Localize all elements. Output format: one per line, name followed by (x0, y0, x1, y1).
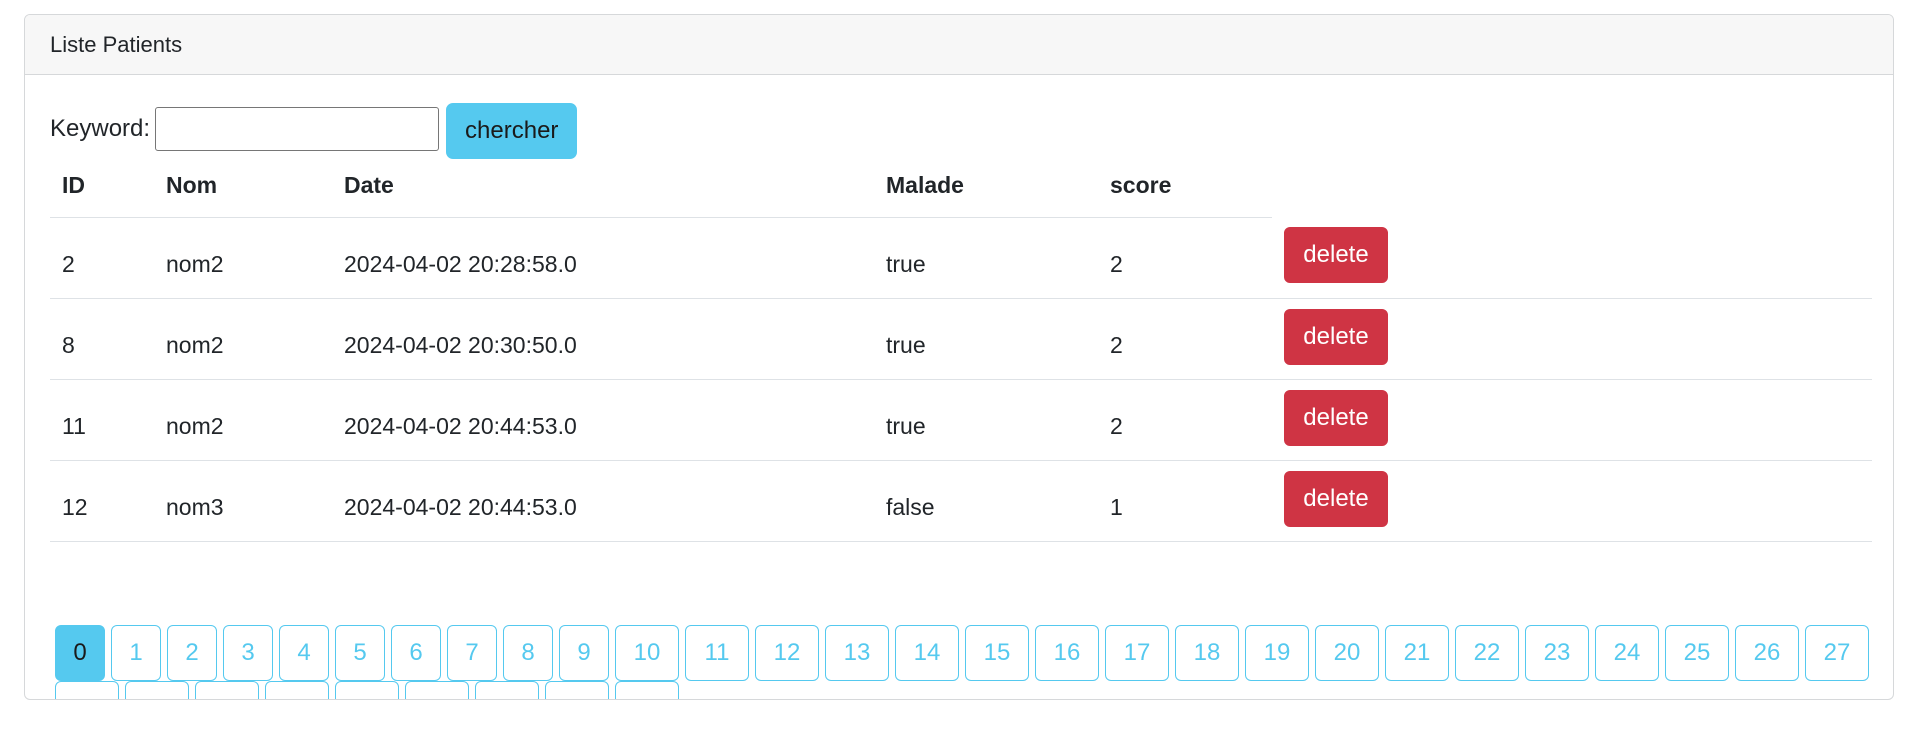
page-link-3[interactable]: 3 (223, 625, 273, 681)
card-title: Liste Patients (50, 31, 183, 57)
page-link-28[interactable]: 28 (55, 681, 119, 699)
cell-score: 1 (1098, 460, 1272, 542)
delete-button[interactable]: delete (1284, 470, 1388, 527)
page-link-1[interactable]: 1 (111, 625, 161, 681)
column-header-malade: Malade (874, 155, 1098, 218)
page-link-5[interactable]: 5 (335, 625, 385, 681)
page-link-0[interactable]: 0 (55, 625, 105, 681)
cell-malade: true (874, 217, 1098, 299)
page-link-27[interactable]: 27 (1805, 625, 1869, 681)
cell-date: 2024-04-02 20:44:53.0 (332, 460, 874, 542)
table-row: 11 nom2 2024-04-02 20:44:53.0 true 2 del… (50, 379, 1872, 461)
page-link-29[interactable]: 29 (125, 681, 189, 699)
page-link-26[interactable]: 26 (1735, 625, 1799, 681)
table-row: 2 nom2 2024-04-02 20:28:58.0 true 2 dele… (50, 217, 1872, 299)
page-link-35[interactable]: 35 (545, 681, 609, 699)
search-button[interactable]: chercher (446, 103, 578, 159)
cell-date: 2024-04-02 20:28:58.0 (332, 217, 874, 299)
cell-malade: true (874, 298, 1098, 380)
cell-id: 8 (50, 298, 154, 380)
cell-date: 2024-04-02 20:30:50.0 (332, 298, 874, 380)
cell-score: 2 (1098, 298, 1272, 380)
column-header-nom: Nom (154, 155, 332, 218)
page-link-24[interactable]: 24 (1595, 625, 1659, 681)
delete-button[interactable]: delete (1284, 308, 1388, 365)
cell-actions: delete (1272, 379, 1872, 461)
page-link-34[interactable]: 34 (475, 681, 539, 699)
table-row: 8 nom2 2024-04-02 20:30:50.0 true 2 dele… (50, 298, 1872, 380)
page-link-4[interactable]: 4 (279, 625, 329, 681)
page-link-25[interactable]: 25 (1665, 625, 1729, 681)
page-link-16[interactable]: 16 (1035, 625, 1099, 681)
pagination: 0 1 2 3 4 5 6 7 8 9 10 11 12 13 14 15 16… (55, 625, 1885, 699)
card-header: Liste Patients (25, 15, 1893, 75)
cell-nom: nom2 (154, 217, 332, 299)
page-link-31[interactable]: 31 (265, 681, 329, 699)
cell-score: 2 (1098, 217, 1272, 299)
page-link-7[interactable]: 7 (447, 625, 497, 681)
cell-date: 2024-04-02 20:44:53.0 (332, 379, 874, 461)
page-link-8[interactable]: 8 (503, 625, 553, 681)
page-link-20[interactable]: 20 (1315, 625, 1379, 681)
page-link-17[interactable]: 17 (1105, 625, 1169, 681)
page-link-21[interactable]: 21 (1385, 625, 1449, 681)
cell-malade: true (874, 379, 1098, 461)
cell-actions: delete (1272, 217, 1872, 299)
column-header-id: ID (50, 155, 154, 218)
delete-button[interactable]: delete (1284, 389, 1388, 446)
cell-id: 12 (50, 460, 154, 542)
page-link-15[interactable]: 15 (965, 625, 1029, 681)
page-link-22[interactable]: 22 (1455, 625, 1519, 681)
search-form: Keyword: chercher (50, 99, 578, 159)
page-link-23[interactable]: 23 (1525, 625, 1589, 681)
table-header-row: ID Nom Date Malade score (50, 155, 1872, 218)
page-link-18[interactable]: 18 (1175, 625, 1239, 681)
patients-card: Liste Patients Keyword: chercher ID Nom … (24, 14, 1894, 700)
page-link-30[interactable]: 30 (195, 681, 259, 699)
cell-nom: nom2 (154, 298, 332, 380)
column-header-actions (1272, 155, 1872, 217)
cell-id: 2 (50, 217, 154, 299)
page-link-14[interactable]: 14 (895, 625, 959, 681)
page-link-9[interactable]: 9 (559, 625, 609, 681)
cell-malade: false (874, 460, 1098, 542)
page-link-33[interactable]: 33 (405, 681, 469, 699)
page-link-36[interactable]: 36 (615, 681, 679, 699)
table-row: 12 nom3 2024-04-02 20:44:53.0 false 1 de… (50, 460, 1872, 542)
page-link-13[interactable]: 13 (825, 625, 889, 681)
keyword-label: Keyword: (50, 115, 151, 142)
cell-actions: delete (1272, 460, 1872, 542)
page-link-19[interactable]: 19 (1245, 625, 1309, 681)
column-header-date: Date (332, 155, 874, 218)
page-link-2[interactable]: 2 (167, 625, 217, 681)
keyword-input[interactable] (155, 107, 440, 151)
cell-nom: nom2 (154, 379, 332, 461)
page-link-10[interactable]: 10 (615, 625, 679, 681)
cell-actions: delete (1272, 298, 1872, 380)
cell-nom: nom3 (154, 460, 332, 542)
cell-score: 2 (1098, 379, 1272, 461)
column-header-score: score (1098, 155, 1272, 218)
patients-table: ID Nom Date Malade score 2 nom2 2024-04-… (50, 155, 1872, 542)
delete-button[interactable]: delete (1284, 227, 1388, 283)
page-link-6[interactable]: 6 (391, 625, 441, 681)
page-link-32[interactable]: 32 (335, 681, 399, 699)
page-link-12[interactable]: 12 (755, 625, 819, 681)
cell-id: 11 (50, 379, 154, 461)
page-link-11[interactable]: 11 (685, 625, 749, 681)
